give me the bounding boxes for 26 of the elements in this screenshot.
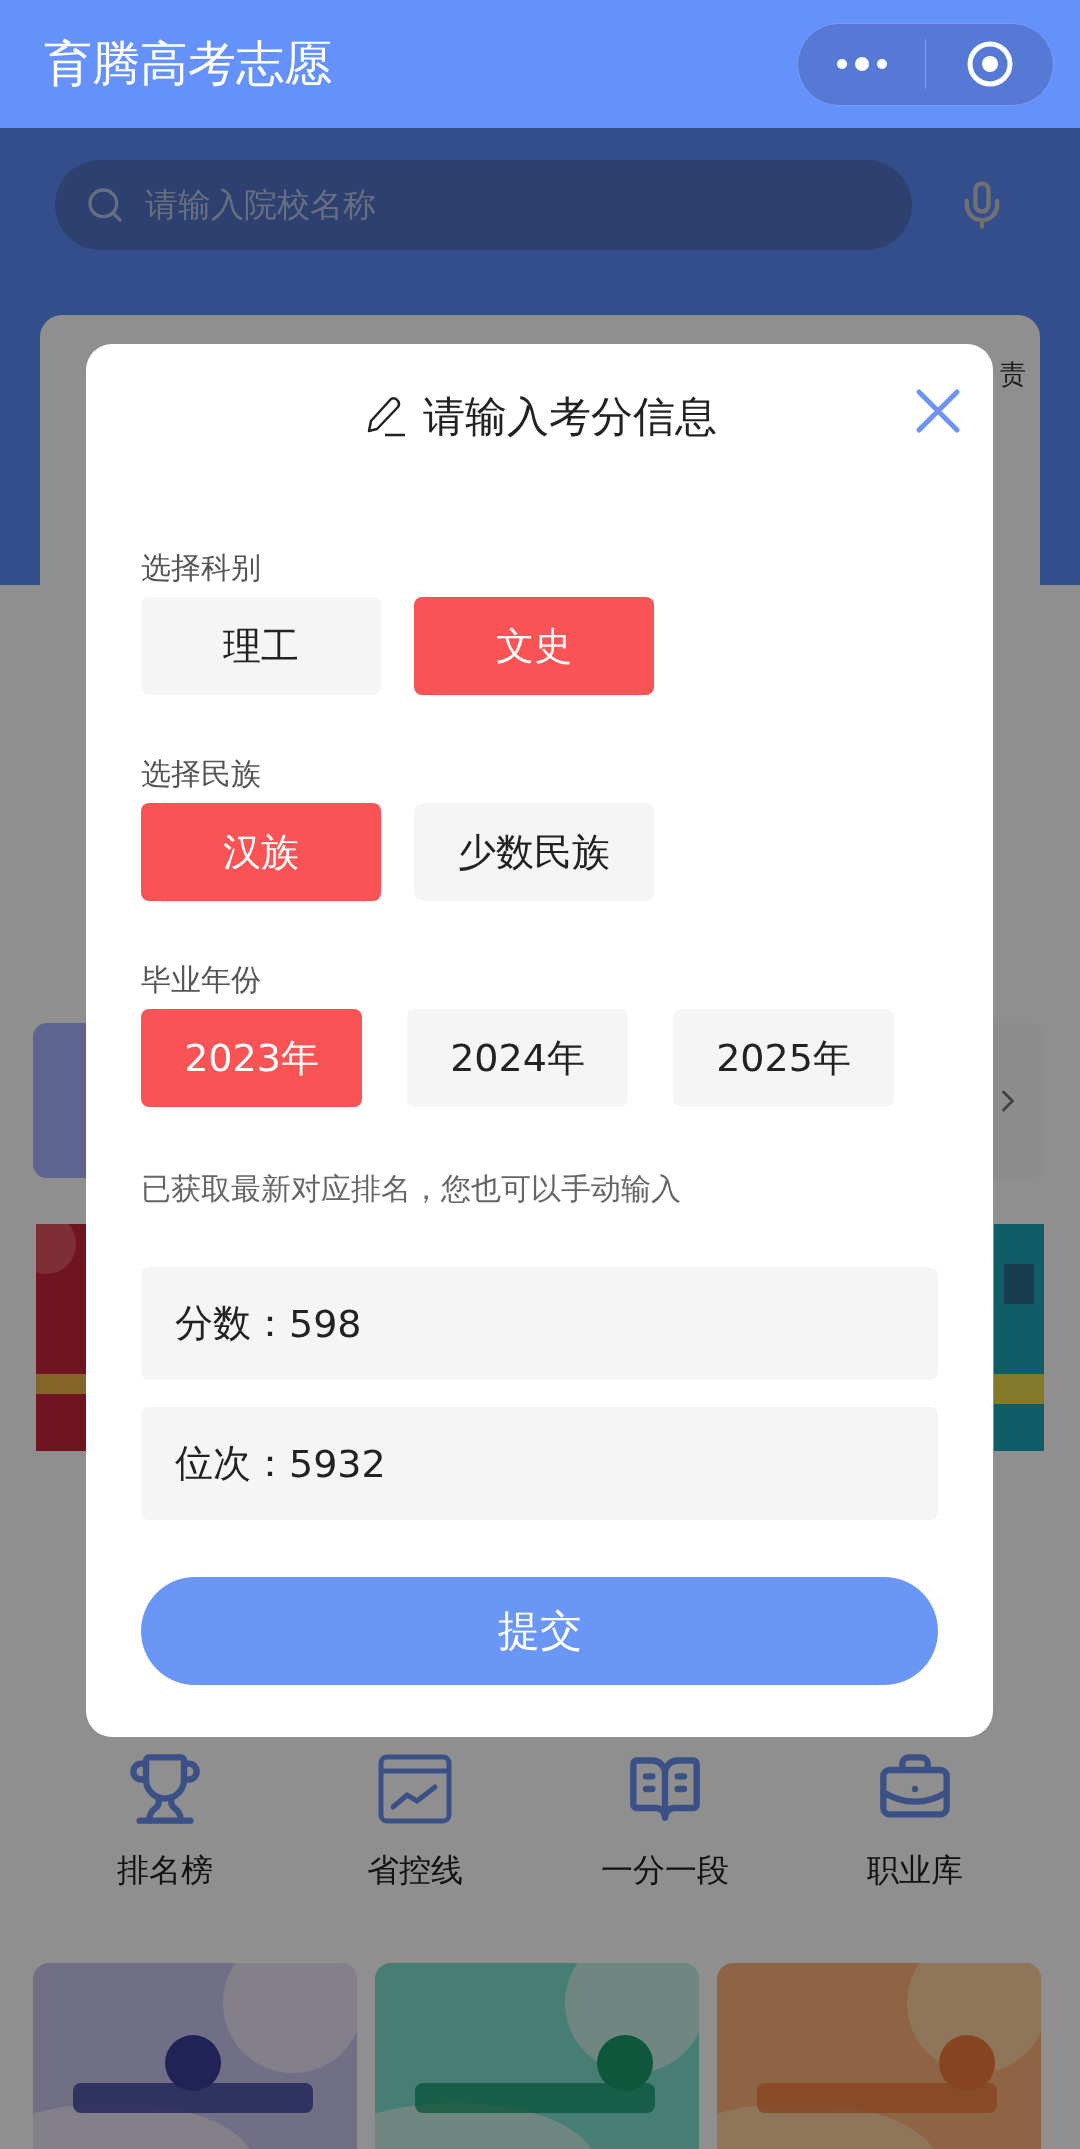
option-button[interactable]: 2025年: [673, 1009, 894, 1107]
option-button[interactable]: 2024年: [407, 1009, 628, 1107]
shortcut-label[interactable]: 职业库: [867, 1849, 963, 1893]
card-label: 责: [1000, 358, 1026, 391]
hint-text: 已获取最新对应排名，您也可以手动输入: [141, 1170, 682, 1208]
more-icon[interactable]: [835, 57, 888, 71]
trophy-icon: [127, 1751, 203, 1827]
section-label: 选择民族: [141, 755, 262, 793]
option-button[interactable]: 理工: [141, 597, 381, 695]
close-target-icon[interactable]: [965, 40, 1014, 88]
shortcut-label[interactable]: 排名榜: [117, 1849, 213, 1893]
close-button[interactable]: [915, 388, 961, 434]
close-icon: [915, 388, 961, 434]
section-label: 毕业年份: [141, 961, 262, 999]
option-button[interactable]: 文史: [414, 597, 654, 695]
option-button[interactable]: 汉族: [141, 803, 381, 901]
search-icon: [85, 185, 125, 225]
shortcut-label[interactable]: 一分一段: [601, 1849, 729, 1893]
shortcut-label[interactable]: 省控线: [367, 1849, 463, 1893]
dialog-title: 请输入考分信息: [422, 390, 717, 443]
input-field[interactable]: 位次：5932: [141, 1407, 938, 1520]
app-title: 育腾高考志愿: [44, 34, 332, 93]
option-button[interactable]: 2023年: [141, 1009, 362, 1107]
option-button[interactable]: 少数民族: [414, 803, 654, 901]
input-field[interactable]: 分数：598: [141, 1267, 938, 1380]
section-label: 选择科别: [141, 549, 262, 587]
